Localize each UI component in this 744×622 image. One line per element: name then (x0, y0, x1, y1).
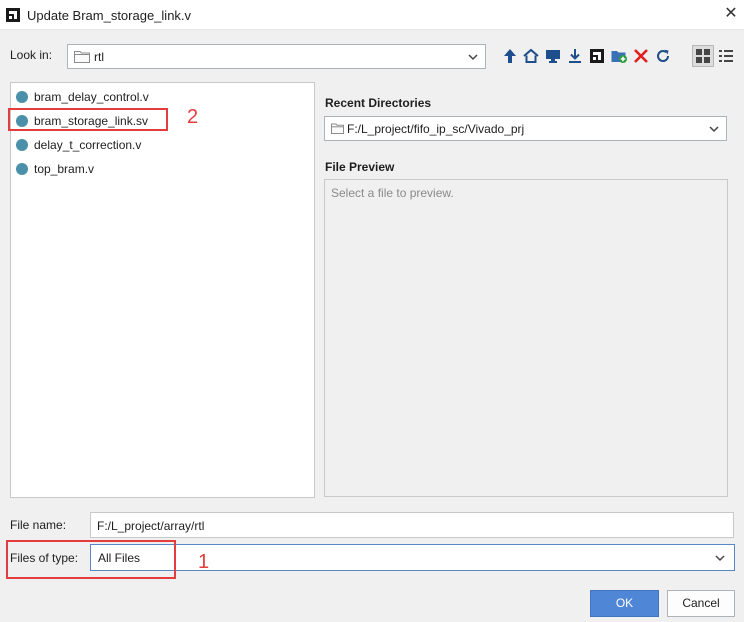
file-name-text: bram_delay_control.v (34, 90, 149, 104)
close-icon[interactable]: ✕ (722, 5, 740, 23)
annotation-number-1: 1 (198, 551, 210, 573)
file-preview-label: File Preview (325, 160, 395, 174)
home-icon[interactable] (522, 47, 540, 65)
files-of-type-combo[interactable]: All Files (90, 544, 735, 571)
file-name-value: F:/L_project/array/rtl (97, 519, 205, 533)
recent-directories-label: Recent Directories (325, 96, 432, 110)
file-type-icon (16, 163, 28, 175)
look-in-label: Look in: (10, 48, 53, 62)
new-folder-icon[interactable] (610, 47, 628, 65)
file-name-text: top_bram.v (34, 162, 95, 176)
refresh-icon[interactable] (654, 47, 672, 65)
file-item[interactable]: bram_delay_control.v (16, 88, 306, 106)
file-item[interactable]: delay_t_correction.v (16, 136, 306, 154)
preview-placeholder: Select a file to preview. (331, 186, 454, 200)
grid-view-toggle[interactable] (692, 45, 714, 67)
grid-view-icon (696, 49, 710, 63)
window-title: Update Bram_storage_link.v (27, 8, 192, 23)
file-type-icon (16, 139, 28, 151)
folder-icon (74, 51, 90, 63)
recent-directories-combo[interactable]: F:/L_project/fifo_ip_sc/Vivado_prj (324, 116, 727, 141)
list-view-icon (719, 50, 733, 62)
desktop-icon[interactable] (544, 47, 562, 65)
file-item[interactable]: top_bram.v (16, 160, 306, 178)
title-bar: Update Bram_storage_link.v ✕ (0, 0, 744, 30)
download-icon[interactable] (566, 47, 584, 65)
look-in-value: rtl (94, 50, 104, 64)
chevron-down-icon[interactable] (467, 51, 479, 63)
chevron-down-icon[interactable] (714, 552, 726, 564)
file-preview-pane: Select a file to preview. (324, 179, 728, 497)
file-name-input[interactable]: F:/L_project/array/rtl (90, 512, 734, 538)
annotation-box-file (8, 108, 168, 131)
up-folder-icon[interactable] (501, 47, 519, 65)
ok-button[interactable]: OK (590, 590, 659, 617)
file-type-icon (16, 91, 28, 103)
look-in-combo[interactable]: rtl (67, 44, 486, 69)
folder-icon (331, 123, 344, 134)
file-name-text: delay_t_correction.v (34, 138, 142, 152)
list-view-toggle[interactable] (715, 45, 737, 67)
annotation-box-type (6, 540, 176, 579)
cancel-button[interactable]: Cancel (667, 590, 735, 617)
app-logo-icon[interactable] (588, 47, 606, 65)
chevron-down-icon[interactable] (708, 123, 720, 135)
recent-directory-value: F:/L_project/fifo_ip_sc/Vivado_prj (347, 122, 525, 136)
annotation-number-2: 2 (187, 106, 199, 128)
delete-icon[interactable] (632, 47, 650, 65)
app-logo-icon (6, 8, 20, 22)
file-name-label: File name: (10, 518, 67, 532)
file-list[interactable]: bram_delay_control.v bram_storage_link.s… (10, 82, 315, 498)
